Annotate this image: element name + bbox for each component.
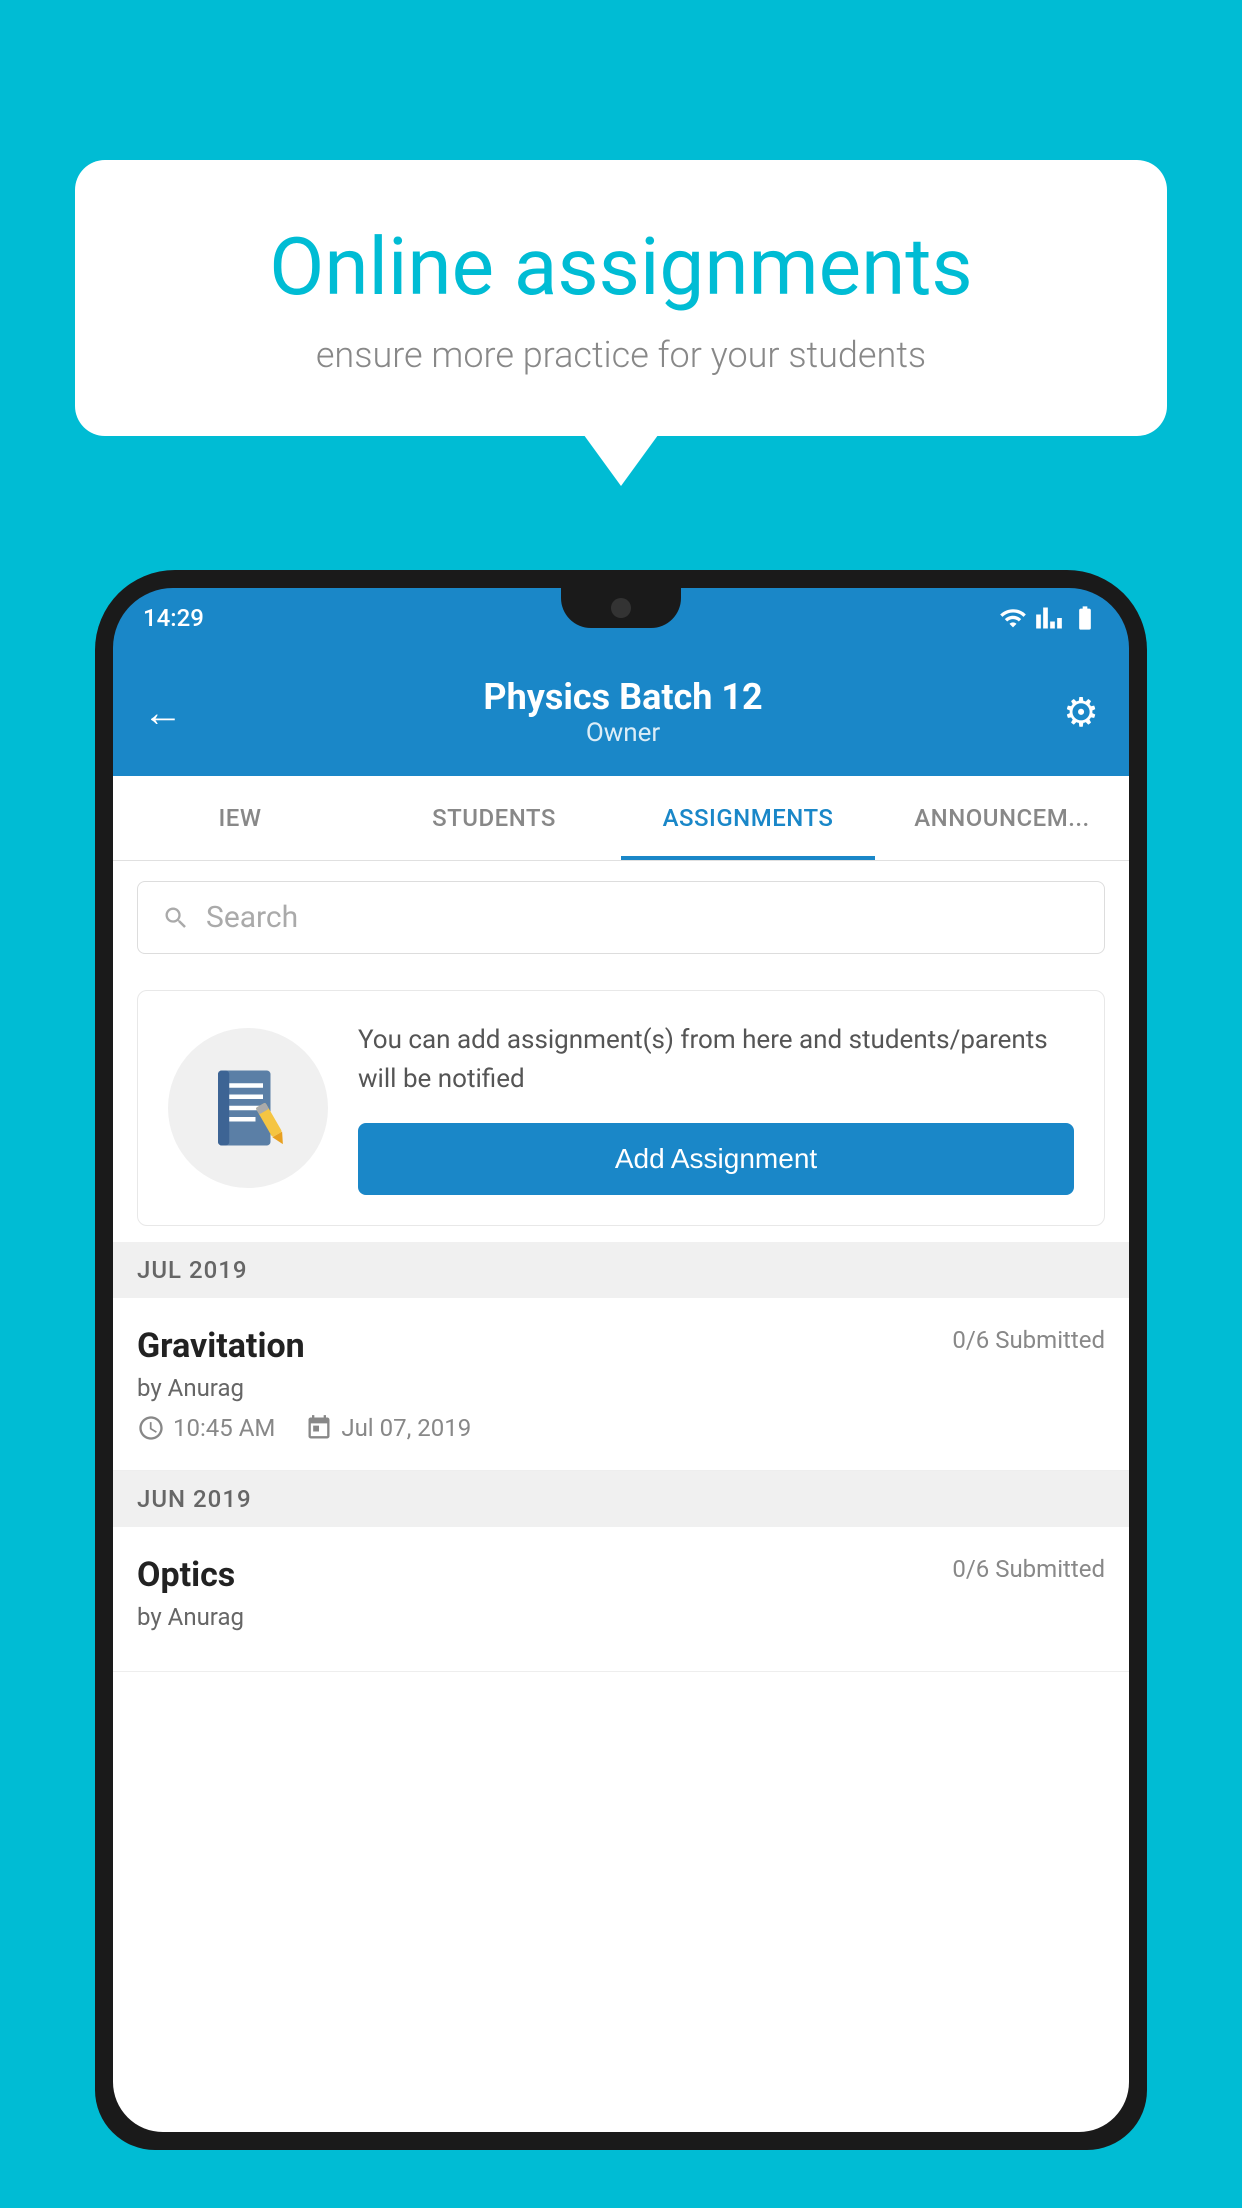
wifi-icon [999,604,1027,632]
assignment-meta-gravitation: 10:45 AM Jul 07, 2019 [137,1414,1105,1442]
meta-time-gravitation: 10:45 AM [137,1414,275,1442]
bubble-title: Online assignments [155,220,1087,314]
assignment-row-gravitation[interactable]: Gravitation 0/6 Submitted by Anurag 10:4… [113,1298,1129,1471]
assignment-name-gravitation: Gravitation [137,1326,305,1366]
status-bar: 14:29 [113,588,1129,648]
phone-wrapper: 14:29 ← [95,570,1147,2208]
app-header: ← Physics Batch 12 Owner ⚙ [113,648,1129,776]
meta-date-gravitation: Jul 07, 2019 [305,1414,471,1442]
assignment-row-top: Gravitation 0/6 Submitted [137,1326,1105,1366]
batch-subtitle: Owner [483,718,762,748]
month-separator-jul: JUL 2019 [113,1242,1129,1298]
tab-students[interactable]: STUDENTS [367,776,621,860]
tabs-bar: IEW STUDENTS ASSIGNMENTS ANNOUNCEM... [113,776,1129,861]
assignment-icon-circle [168,1028,328,1188]
tab-announcements[interactable]: ANNOUNCEM... [875,776,1129,860]
empty-state-card: You can add assignment(s) from here and … [137,990,1105,1226]
assignment-submitted-optics: 0/6 Submitted [952,1555,1105,1583]
notebook-icon [203,1063,293,1153]
header-title-group: Physics Batch 12 Owner [483,676,762,748]
assignment-row-optics[interactable]: Optics 0/6 Submitted by Anurag [113,1527,1129,1672]
date-value-gravitation: Jul 07, 2019 [341,1414,471,1442]
search-container: Search [113,861,1129,974]
calendar-icon [305,1414,333,1442]
search-bar[interactable]: Search [137,881,1105,954]
speech-bubble: Online assignments ensure more practice … [75,160,1167,436]
battery-icon [1071,604,1099,632]
status-time: 14:29 [143,604,204,632]
month-separator-jun: JUN 2019 [113,1471,1129,1527]
assignment-by-gravitation: by Anurag [137,1374,1105,1402]
assignment-name-optics: Optics [137,1555,235,1595]
batch-title: Physics Batch 12 [483,676,762,718]
phone-screen: ← Physics Batch 12 Owner ⚙ IEW STUDENTS … [113,648,1129,2132]
speech-bubble-container: Online assignments ensure more practice … [75,160,1167,436]
search-placeholder[interactable]: Search [206,900,298,935]
status-icons [999,604,1099,632]
add-assignment-button[interactable]: Add Assignment [358,1123,1074,1195]
assignment-submitted-gravitation: 0/6 Submitted [952,1326,1105,1354]
empty-state-description: You can add assignment(s) from here and … [358,1021,1074,1099]
phone-outer: 14:29 ← [95,570,1147,2150]
back-button[interactable]: ← [143,689,183,736]
tab-assignments[interactable]: ASSIGNMENTS [621,776,875,860]
search-icon [162,904,190,932]
settings-button[interactable]: ⚙ [1063,689,1099,736]
empty-state-right: You can add assignment(s) from here and … [358,1021,1074,1195]
camera [611,598,631,618]
signal-icon [1035,604,1063,632]
time-value-gravitation: 10:45 AM [173,1414,275,1442]
assignment-by-optics: by Anurag [137,1603,1105,1631]
clock-icon [137,1414,165,1442]
phone-notch [561,588,681,628]
bubble-subtitle: ensure more practice for your students [155,334,1087,376]
tab-iew[interactable]: IEW [113,776,367,860]
assignment-row-top-optics: Optics 0/6 Submitted [137,1555,1105,1595]
